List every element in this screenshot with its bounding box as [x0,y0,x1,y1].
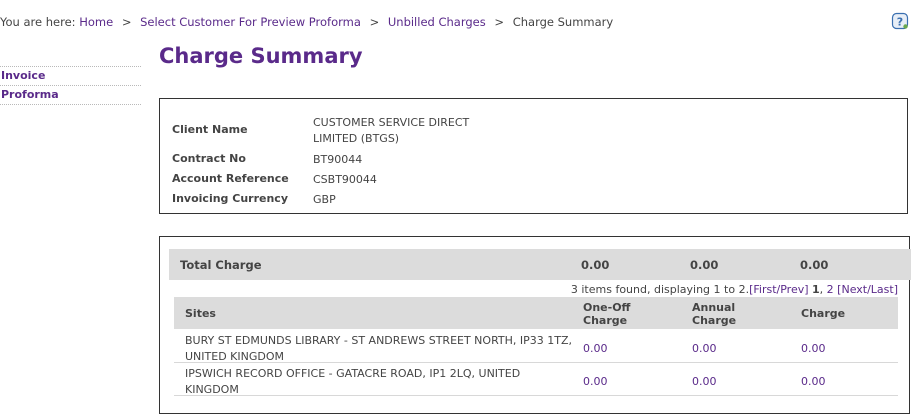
invoicing-currency-label: Invoicing Currency [172,192,288,205]
one-off-charge-link[interactable]: 0.00 [583,375,608,388]
contract-no-label: Contract No [172,152,246,165]
pagination-summary: 3 items found, displaying 1 to 2. [570,283,750,296]
client-name-label: Client Name [172,123,248,136]
charges-box: Total Charge 0.00 0.00 0.00 3 items foun… [159,236,911,414]
annual-charge-link[interactable]: 0.00 [692,342,717,355]
pagination-page-2-link[interactable]: 2 [827,283,834,296]
breadcrumb-prefix: You are here: [0,15,76,29]
column-header-charge: Charge [801,307,846,320]
pagination-next-last-link[interactable]: [Next/Last] [837,283,898,296]
breadcrumb-separator: > [494,15,505,29]
breadcrumb-unbilled-charges-link[interactable]: Unbilled Charges [388,15,486,29]
page-title: Charge Summary [159,44,363,68]
pagination-current-page: 1 [812,283,820,296]
breadcrumb: You are here: Home > Select Customer For… [0,15,613,29]
site-address: IPSWICH RECORD OFFICE - GATACRE ROAD, IP… [185,367,521,396]
table-header: Sites One-Off Charge Annual Charge Charg… [174,297,898,329]
help-question-icon[interactable]: ? [891,12,909,30]
customer-details-box: Client Name CUSTOMER SERVICE DIRECT LIMI… [159,98,908,214]
column-header-annual-charge: Annual Charge [692,301,737,327]
site-address: BURY ST EDMUNDS LIBRARY - ST ANDREWS STR… [185,334,573,363]
charge-link[interactable]: 0.00 [801,342,826,355]
pagination-comma: , [819,283,824,296]
sidebar: Invoice Proforma [0,66,141,105]
annual-charge-link[interactable]: 0.00 [692,375,717,388]
breadcrumb-separator: > [121,15,132,29]
account-reference-label: Account Reference [172,172,289,185]
total-charge-value: 0.00 [800,258,829,272]
total-charge-bar: Total Charge 0.00 0.00 0.00 [169,249,911,280]
contract-no-value: BT90044 [313,153,363,166]
svg-text:?: ? [897,16,903,29]
total-one-off-value: 0.00 [581,258,610,272]
client-name-value: CUSTOMER SERVICE DIRECT LIMITED (BTGS) [313,116,470,145]
table-row: BURY ST EDMUNDS LIBRARY - ST ANDREWS STR… [174,330,898,363]
sidebar-item-invoice[interactable]: Invoice [0,66,141,85]
column-header-one-off-charge: One-Off Charge [583,301,631,327]
account-reference-value: CSBT90044 [313,173,377,186]
sidebar-item-proforma[interactable]: Proforma [0,85,141,105]
charge-link[interactable]: 0.00 [801,375,826,388]
table-row: IPSWICH RECORD OFFICE - GATACRE ROAD, IP… [174,363,898,396]
pagination: 3 items found, displaying 1 to 2.[First/… [571,283,898,296]
one-off-charge-link[interactable]: 0.00 [583,342,608,355]
pagination-first-prev-link[interactable]: [First/Prev] [749,283,808,296]
breadcrumb-home-link[interactable]: Home [79,15,113,29]
invoicing-currency-value: GBP [313,193,336,206]
breadcrumb-current: Charge Summary [512,15,614,29]
breadcrumb-separator: > [369,15,380,29]
total-annual-value: 0.00 [690,258,719,272]
column-header-sites: Sites [185,307,216,320]
breadcrumb-select-customer-link[interactable]: Select Customer For Preview Proforma [140,15,361,29]
total-charge-label: Total Charge [180,258,262,272]
